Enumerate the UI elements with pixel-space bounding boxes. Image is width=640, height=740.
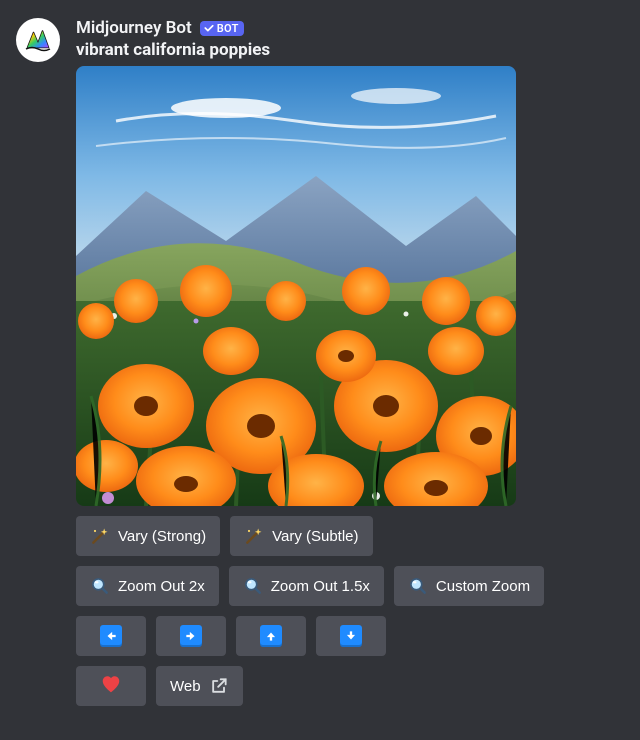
poppies-image-icon [76, 66, 516, 506]
zoom-out-1-5x-button[interactable]: Zoom Out 1.5x [229, 566, 384, 606]
avatar[interactable] [16, 18, 60, 62]
bot-badge: BOT [200, 21, 244, 36]
arrow-right-icon [180, 625, 202, 647]
web-button[interactable]: Web [156, 666, 243, 706]
message-content: Midjourney Bot BOT vibrant california po… [76, 18, 624, 706]
button-label: Zoom Out 1.5x [271, 578, 370, 595]
generated-image[interactable] [76, 66, 516, 506]
external-link-icon [209, 676, 229, 696]
button-label: Custom Zoom [436, 578, 530, 595]
magnifier-icon [243, 576, 263, 596]
magnifier-icon [408, 576, 428, 596]
pan-up-button[interactable] [236, 616, 306, 656]
discord-message: Midjourney Bot BOT vibrant california po… [0, 0, 640, 722]
wand-sparkle-icon [90, 526, 110, 546]
vary-subtle-button[interactable]: Vary (Subtle) [230, 516, 372, 556]
button-label: Vary (Strong) [118, 528, 206, 545]
arrow-left-icon [100, 625, 122, 647]
author-name[interactable]: Midjourney Bot [76, 18, 192, 38]
button-row-vary: Vary (Strong) Vary (Subtle) [76, 516, 624, 556]
pan-right-button[interactable] [156, 616, 226, 656]
midjourney-logo-icon [23, 25, 53, 55]
button-row-misc: Web [76, 666, 624, 706]
message-header: Midjourney Bot BOT [76, 18, 624, 38]
arrow-up-icon [260, 625, 282, 647]
prompt-text: vibrant california poppies [76, 40, 624, 60]
vary-strong-button[interactable]: Vary (Strong) [76, 516, 220, 556]
button-label: Web [170, 678, 201, 695]
action-button-rows: Vary (Strong) Vary (Subtle) Zoom Out 2x [76, 516, 624, 706]
favorite-button[interactable] [76, 666, 146, 706]
heart-icon [100, 673, 122, 699]
bot-badge-label: BOT [217, 22, 239, 35]
button-label: Zoom Out 2x [118, 578, 205, 595]
pan-down-button[interactable] [316, 616, 386, 656]
magnifier-icon [90, 576, 110, 596]
pan-left-button[interactable] [76, 616, 146, 656]
button-label: Vary (Subtle) [272, 528, 358, 545]
wand-sparkle-icon [244, 526, 264, 546]
verified-check-icon [203, 22, 215, 34]
button-row-zoom: Zoom Out 2x Zoom Out 1.5x Custom Zoom [76, 566, 624, 606]
button-row-pan [76, 616, 624, 656]
arrow-down-icon [340, 625, 362, 647]
custom-zoom-button[interactable]: Custom Zoom [394, 566, 544, 606]
zoom-out-2x-button[interactable]: Zoom Out 2x [76, 566, 219, 606]
